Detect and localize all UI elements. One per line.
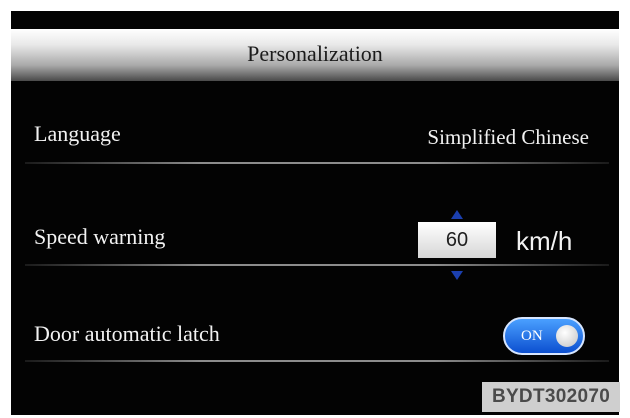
divider [25, 360, 609, 362]
speed-warning-label: Speed warning [34, 224, 166, 249]
watermark: BYDT302070 [482, 382, 620, 412]
toggle-knob [556, 325, 578, 347]
settings-screen: Personalization Language Simplified Chin… [11, 11, 619, 415]
toggle-state-label: ON [521, 328, 543, 344]
language-value[interactable]: Simplified Chinese [427, 125, 589, 150]
language-label: Language [34, 121, 121, 146]
speed-stepper[interactable]: 60 [418, 210, 496, 280]
up-arrow-icon[interactable] [451, 210, 463, 219]
door-latch-toggle[interactable]: ON [503, 317, 585, 355]
page-title: Personalization [11, 29, 619, 81]
down-arrow-icon[interactable] [451, 271, 463, 280]
door-latch-label: Door automatic latch [34, 321, 220, 346]
speed-unit: km/h [516, 226, 573, 256]
speed-value[interactable]: 60 [418, 222, 496, 258]
divider [25, 162, 609, 164]
divider [25, 264, 609, 266]
